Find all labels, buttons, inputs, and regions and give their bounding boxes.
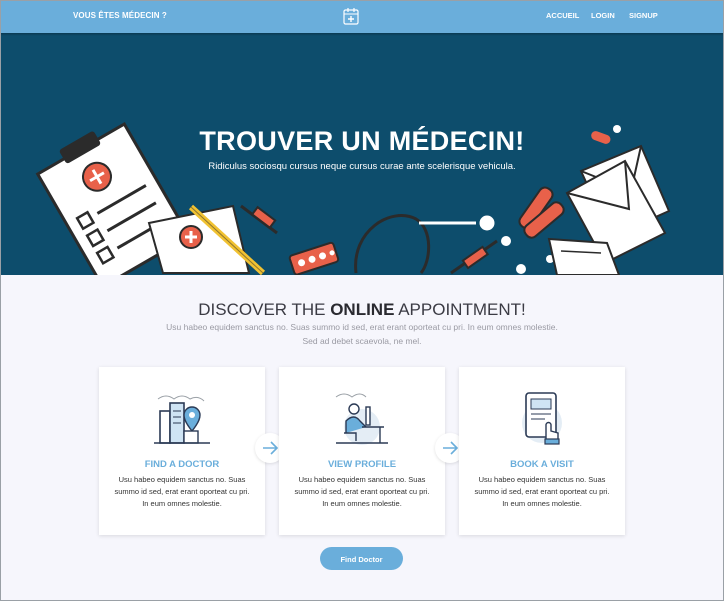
- page: VOUS ÊTES MÉDECIN ? ACCUEIL LOGIN SIGNUP: [0, 0, 724, 601]
- step-card-find-doctor[interactable]: FIND A DOCTOR Usu habeo equidem sanctus …: [99, 367, 265, 535]
- syringe-icon: [240, 204, 278, 235]
- nav-accueil[interactable]: ACCUEIL: [546, 11, 579, 20]
- section-title: DISCOVER THE ONLINE APPOINTMENT!: [1, 300, 723, 320]
- person-at-desk-icon: [335, 393, 388, 445]
- step-card-book-visit[interactable]: BOOK A VISIT Usu habeo equidem sanctus n…: [459, 367, 625, 535]
- nav-login[interactable]: LOGIN: [591, 11, 615, 20]
- bandage-icon: [518, 186, 565, 239]
- step-text: Usu habeo equidem sanctus no. Suas summo…: [294, 475, 430, 508]
- section-subtitle-line-2: Sed ad debet scaevola, ne mel.: [302, 336, 422, 346]
- hospital-calendar-icon[interactable]: [342, 6, 360, 26]
- section-title-pre: DISCOVER THE: [198, 300, 331, 319]
- step-title: VIEW PROFILE: [327, 459, 397, 470]
- brand-link[interactable]: VOUS ÊTES MÉDECIN ?: [73, 11, 167, 20]
- section-subtitle: Usu habeo equidem sanctus no. Suas summo…: [141, 320, 583, 348]
- tablet-touch-icon: [522, 392, 562, 445]
- nav-signup[interactable]: SIGNUP: [629, 11, 658, 20]
- pills-blister-icon: [288, 241, 340, 275]
- hero-title: TROUVER UN MÉDECIN!: [199, 126, 525, 156]
- section-title-bold: ONLINE: [330, 300, 395, 319]
- hero-subtitle: Ridiculus sociosqu cursus neque cursus c…: [208, 161, 516, 172]
- find-doctor-button[interactable]: Find Doctor: [320, 547, 403, 570]
- syringe-icon-2: [450, 239, 498, 275]
- step-text: Usu habeo equidem sanctus no. Suas summo…: [114, 475, 250, 508]
- city-location-pin-icon: [154, 395, 210, 444]
- step-text: Usu habeo equidem sanctus no. Suas summo…: [474, 475, 610, 508]
- step-title: FIND A DOCTOR: [144, 459, 220, 470]
- section-title-post: APPOINTMENT!: [394, 300, 526, 319]
- step-title: BOOK A VISIT: [510, 459, 574, 470]
- step-card-view-profile[interactable]: VIEW PROFILE Usu habeo equidem sanctus n…: [279, 367, 445, 535]
- top-navbar: VOUS ÊTES MÉDECIN ? ACCUEIL LOGIN SIGNUP: [1, 1, 723, 33]
- section-subtitle-line-1: Usu habeo equidem sanctus no. Suas summo…: [166, 322, 558, 332]
- document-icon: [547, 237, 621, 275]
